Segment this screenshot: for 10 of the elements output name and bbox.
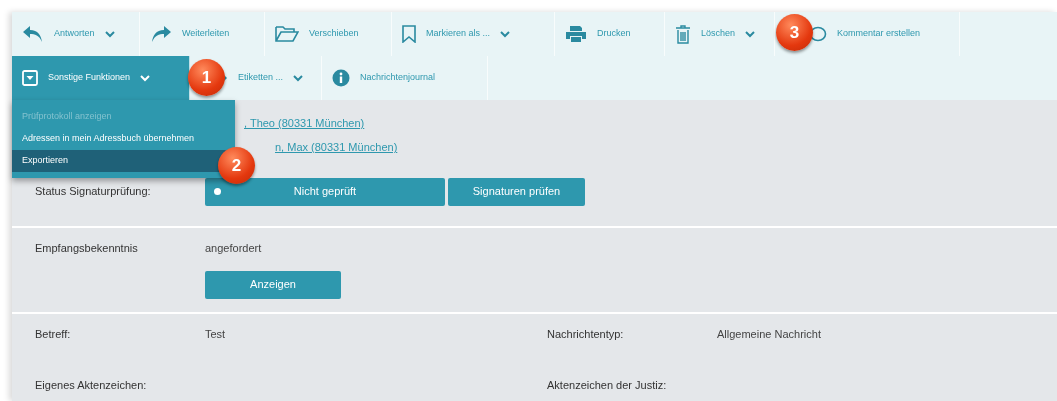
- field-value: Allgemeine Nachricht: [717, 327, 822, 342]
- status-indicator: Nicht geprüft: [205, 177, 445, 206]
- field-value: Test: [205, 327, 227, 342]
- field-label: Aktenzeichen der Justiz:: [547, 377, 668, 393]
- field-label: Status Signaturprüfung:: [34, 184, 152, 200]
- field-label: Eigenes Aktenzeichen:: [34, 377, 148, 393]
- field-label: Betreff:: [34, 327, 72, 342]
- field-label: Empfangsbekenntnis: [34, 241, 139, 254]
- field-label: Nachrichtentyp:: [547, 327, 625, 342]
- field-value: angefordert: [205, 241, 263, 256]
